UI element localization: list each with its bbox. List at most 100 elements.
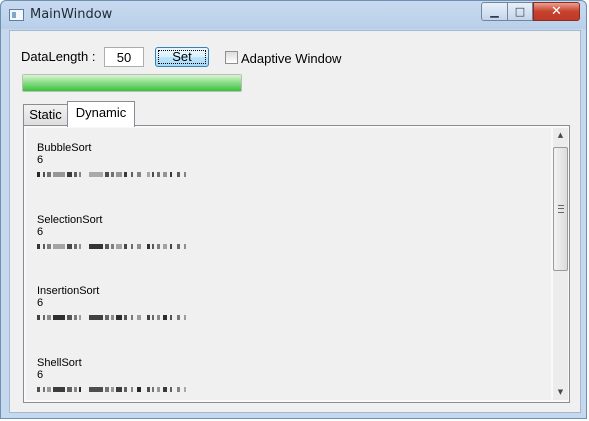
adaptive-window-checkbox[interactable] bbox=[225, 51, 238, 64]
sort-array-cell bbox=[170, 172, 172, 177]
sort-array-cell bbox=[177, 244, 180, 249]
sort-array-cell bbox=[43, 172, 45, 177]
sort-array-cell bbox=[37, 172, 40, 177]
sort-array-cell bbox=[53, 244, 65, 249]
title-bar[interactable]: MainWindow ▁ □ ✕ bbox=[1, 1, 588, 29]
sort-array-cell bbox=[89, 387, 103, 392]
sort-array-cell bbox=[37, 315, 40, 320]
sort-array-cell bbox=[147, 315, 150, 320]
sort-value: 6 bbox=[37, 154, 44, 166]
scrollbar-thumb[interactable] bbox=[553, 147, 568, 271]
sort-array-cell bbox=[89, 172, 103, 177]
sort-array-cell bbox=[157, 172, 160, 177]
sort-array-cell bbox=[67, 315, 72, 320]
sort-array-cell bbox=[157, 244, 160, 249]
tab-static[interactable]: Static bbox=[23, 104, 68, 126]
sort-array-cell bbox=[47, 387, 51, 392]
grip-icon bbox=[558, 205, 564, 213]
sort-array-cell bbox=[124, 172, 127, 177]
sort-array-cell bbox=[37, 387, 40, 392]
sort-array-cell bbox=[152, 172, 154, 177]
sort-array-cell bbox=[79, 387, 81, 392]
sort-array-cell bbox=[147, 244, 150, 249]
sort-array-cell bbox=[131, 172, 133, 177]
sort-array-cell bbox=[124, 387, 127, 392]
focus-rectangle bbox=[158, 50, 206, 64]
sort-array-cell bbox=[47, 172, 51, 177]
sort-array-cell bbox=[147, 387, 150, 392]
sort-array-cell bbox=[53, 387, 65, 392]
sort-array-cell bbox=[67, 172, 72, 177]
sort-visualization bbox=[37, 387, 197, 392]
minimize-button[interactable]: ▁ bbox=[481, 2, 508, 21]
client-area: DataLength : Set Adaptive Window Static … bbox=[9, 30, 581, 413]
sort-visualization bbox=[37, 172, 197, 177]
sort-array-cell bbox=[184, 172, 186, 177]
sort-array-cell bbox=[74, 315, 77, 320]
sort-array-cell bbox=[131, 387, 133, 392]
sort-array-cell bbox=[152, 315, 154, 320]
sort-array-cell bbox=[89, 244, 103, 249]
sort-array-cell bbox=[74, 172, 77, 177]
set-button[interactable]: Set bbox=[155, 47, 209, 67]
sort-array-cell bbox=[37, 244, 40, 249]
sort-array-cell bbox=[79, 244, 81, 249]
sort-array-cell bbox=[137, 387, 141, 392]
progress-fill bbox=[23, 75, 241, 91]
sort-array-cell bbox=[79, 172, 81, 177]
sort-name: SelectionSort bbox=[37, 214, 103, 226]
sort-array-cell bbox=[105, 387, 109, 392]
sort-array-cell bbox=[137, 315, 141, 320]
sort-array-cell bbox=[170, 387, 172, 392]
sort-array-cell bbox=[157, 387, 160, 392]
sort-array-cell bbox=[74, 387, 77, 392]
sort-visualization bbox=[37, 244, 197, 249]
sort-array-cell bbox=[111, 387, 114, 392]
sort-list[interactable]: BubbleSort 6 SelectionSort 6 InsertionSo… bbox=[26, 128, 551, 400]
sort-array-cell bbox=[170, 244, 172, 249]
vertical-scrollbar[interactable]: ▲ ▼ bbox=[553, 128, 568, 400]
sort-array-cell bbox=[184, 315, 186, 320]
tab-panel-dynamic: BubbleSort 6 SelectionSort 6 InsertionSo… bbox=[23, 125, 570, 403]
app-window-icon bbox=[9, 9, 24, 21]
sort-visualization bbox=[37, 315, 197, 320]
sort-array-cell bbox=[163, 315, 167, 320]
sort-array-cell bbox=[67, 244, 72, 249]
sort-array-cell bbox=[184, 244, 186, 249]
adaptive-window-label[interactable]: Adaptive Window bbox=[241, 51, 341, 66]
sort-array-cell bbox=[116, 244, 122, 249]
sort-array-cell bbox=[147, 172, 150, 177]
data-length-label: DataLength : bbox=[21, 49, 96, 64]
sort-array-cell bbox=[67, 387, 72, 392]
sort-array-cell bbox=[43, 387, 45, 392]
scroll-up-arrow-icon[interactable]: ▲ bbox=[553, 128, 568, 143]
sort-array-cell bbox=[152, 244, 154, 249]
sort-array-cell bbox=[163, 387, 167, 392]
sort-item-bubble: BubbleSort 6 bbox=[37, 142, 337, 202]
sort-array-cell bbox=[116, 387, 122, 392]
sort-array-cell bbox=[105, 244, 109, 249]
sort-array-cell bbox=[170, 315, 172, 320]
sort-array-cell bbox=[53, 172, 65, 177]
sort-array-cell bbox=[177, 172, 180, 177]
close-icon: ✕ bbox=[551, 4, 562, 19]
sort-array-cell bbox=[184, 387, 186, 392]
sort-name: InsertionSort bbox=[37, 285, 100, 297]
maximize-icon: □ bbox=[514, 5, 526, 18]
tab-dynamic[interactable]: Dynamic bbox=[67, 101, 135, 127]
sort-array-cell bbox=[124, 244, 127, 249]
sort-array-cell bbox=[111, 172, 114, 177]
sort-array-cell bbox=[111, 244, 114, 249]
sort-array-cell bbox=[152, 387, 154, 392]
sort-array-cell bbox=[105, 315, 109, 320]
sort-array-cell bbox=[157, 315, 160, 320]
progress-bar bbox=[22, 74, 242, 92]
sort-array-cell bbox=[74, 244, 77, 249]
close-button[interactable]: ✕ bbox=[533, 2, 580, 21]
sort-array-cell bbox=[47, 315, 51, 320]
scroll-down-arrow-icon[interactable]: ▼ bbox=[553, 385, 568, 400]
sort-array-cell bbox=[105, 172, 109, 177]
sort-array-cell bbox=[116, 172, 122, 177]
maximize-button[interactable]: □ bbox=[507, 2, 533, 21]
data-length-input[interactable] bbox=[104, 47, 144, 67]
